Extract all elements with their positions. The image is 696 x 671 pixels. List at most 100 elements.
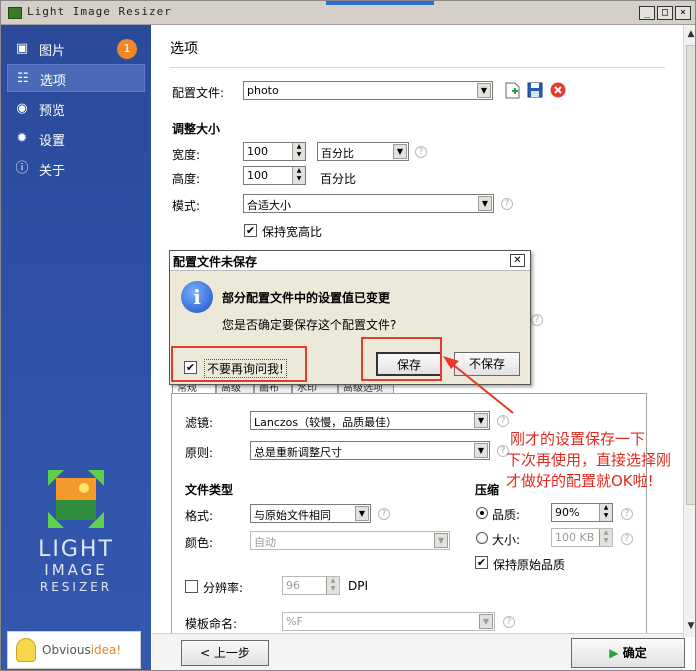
logo-text-resizer: RESIZER (39, 580, 113, 594)
help-icon[interactable]: ? (378, 508, 390, 520)
divider (170, 67, 665, 68)
sidebar-item-images[interactable]: ▣ 图片 1 (7, 35, 145, 63)
height-input[interactable]: 100 ▲ ▼ (243, 166, 306, 185)
vertical-scrollbar[interactable]: ▲ ▼ (683, 25, 695, 637)
chevron-down-icon: ▼ (355, 506, 369, 521)
maximize-button[interactable]: □ (657, 6, 673, 20)
scroll-down-icon[interactable]: ▼ (686, 621, 695, 631)
dialog-message: 您是否确定要保存这个配置文件? (222, 318, 397, 332)
compress-section-title: 压缩 (475, 483, 500, 497)
minimize-button[interactable]: _ (639, 6, 655, 20)
template-select[interactable]: %F ▼ (282, 612, 495, 631)
brand-text: Obviousidea! (42, 643, 122, 657)
chevron-down-icon: ▼ (474, 443, 488, 458)
dialog-heading: 部分配置文件中的设置值已变更 (222, 291, 391, 305)
width-input[interactable]: 100 ▲ ▼ (243, 142, 306, 161)
sidebar-item-label: 设置 (39, 134, 66, 149)
height-unit: 百分比 (320, 172, 357, 186)
size-input[interactable]: 100 KB ▲ ▼ (551, 528, 613, 547)
profile-label: 配置文件: (172, 86, 225, 100)
play-icon: ▶ (609, 646, 619, 660)
mode-select[interactable]: 合适大小 ▼ (243, 194, 494, 213)
help-icon[interactable]: ? (415, 146, 427, 158)
delete-profile-icon[interactable] (550, 82, 566, 98)
scroll-thumb[interactable] (686, 45, 695, 505)
rule-select[interactable]: 总是重新调整尺寸 ▼ (250, 441, 490, 460)
sidebar-item-label: 预览 (39, 104, 66, 119)
chevron-down-icon: ▼ (434, 533, 448, 548)
save-profile-icon[interactable] (527, 82, 543, 98)
dialog-title: 配置文件未保存 (173, 255, 258, 269)
resolution-unit: DPI (348, 579, 369, 593)
count-badge: 1 (117, 39, 137, 59)
highlight-save (361, 337, 442, 381)
chevron-down-icon: ▼ (393, 144, 407, 159)
app-icon (8, 7, 22, 19)
logo-text-light: LIGHT (38, 537, 114, 562)
color-label: 颜色: (185, 536, 214, 550)
chevron-down-icon: ▼ (479, 614, 493, 629)
sidebar-item-about[interactable]: ⓘ 关于 (7, 155, 145, 183)
sidebar-item-settings[interactable]: ✹ 设置 (7, 125, 145, 153)
keep-ratio-checkbox[interactable]: ✔ (244, 224, 257, 237)
filter-label: 滤镜: (185, 416, 214, 430)
annotation-arrow-icon (443, 356, 514, 414)
quality-input[interactable]: 90% ▲ ▼ (551, 503, 613, 522)
resolution-input[interactable]: 96 ▲ ▼ (282, 576, 340, 595)
help-icon[interactable]: ? (621, 508, 633, 520)
page-title: 选项 (170, 41, 198, 57)
sidebar-item-options[interactable]: ☷ 选项 (7, 64, 145, 92)
scroll-up-icon[interactable]: ▲ (686, 29, 695, 39)
resolution-checkbox[interactable] (185, 580, 198, 593)
ok-button[interactable]: ▶ 确定 (571, 638, 685, 668)
dialog-title-bar: 配置文件未保存 ✕ (170, 251, 530, 271)
app-window: Light Image Resizer _ □ × ▣ 图片 1 ☷ 选项 ◉ … (0, 0, 696, 671)
title-bar: Light Image Resizer _ □ × (1, 1, 695, 25)
spinner-icon[interactable]: ▲ ▼ (599, 504, 612, 521)
rule-label: 原则: (185, 446, 214, 460)
mode-label: 模式: (172, 199, 201, 213)
width-label: 宽度: (172, 148, 201, 162)
help-icon[interactable]: ? (621, 533, 633, 545)
annotation-line-2: 下次再使用，直接选择刚 (506, 451, 672, 469)
prev-step-button[interactable]: < 上一步 (181, 640, 269, 666)
keep-ratio-label: 保持宽高比 (262, 225, 323, 239)
size-radio[interactable] (476, 532, 488, 544)
images-icon: ▣ (15, 41, 29, 56)
annotation-line-1: 刚才的设置保存一下 (510, 430, 646, 448)
new-profile-icon[interactable] (505, 82, 520, 99)
sidebar-item-label: 选项 (40, 74, 67, 89)
keep-quality-label: 保持原始品质 (493, 558, 566, 572)
eye-icon: ◉ (16, 101, 28, 116)
info-icon: ⓘ (15, 161, 29, 176)
quality-radio[interactable] (476, 507, 488, 519)
sidebar-item-label: 图片 (39, 44, 66, 59)
close-button[interactable]: × (675, 6, 691, 20)
template-label: 模板命名: (185, 617, 238, 631)
spinner-icon[interactable]: ▲ ▼ (599, 529, 612, 546)
help-icon[interactable]: ? (531, 314, 543, 326)
keep-quality-checkbox[interactable]: ✔ (475, 556, 488, 569)
format-label: 格式: (185, 509, 214, 523)
color-select[interactable]: 自动 ▼ (250, 531, 450, 550)
spinner-icon[interactable]: ▲ ▼ (292, 143, 305, 160)
window-title: Light Image Resizer (27, 5, 172, 18)
resolution-label: 分辨率: (203, 581, 244, 595)
profile-select[interactable]: photo ▼ (243, 81, 493, 100)
gear-icon: ✹ (16, 131, 28, 146)
lightbulb-icon (16, 638, 36, 662)
sidebar-item-preview[interactable]: ◉ 预览 (7, 95, 145, 123)
width-unit-select[interactable]: 百分比 ▼ (317, 142, 409, 161)
info-icon: i (181, 281, 213, 313)
close-icon[interactable]: ✕ (510, 254, 525, 267)
sidebar-item-label: 关于 (39, 164, 66, 179)
help-icon[interactable]: ? (501, 198, 513, 210)
annotation-line-3: 才做好的配置就OK啦! (506, 472, 654, 490)
spinner-icon[interactable]: ▲ ▼ (326, 577, 339, 594)
resizer-logo-icon (48, 470, 104, 528)
help-icon[interactable]: ? (503, 616, 515, 628)
chevron-down-icon: ▼ (478, 196, 492, 211)
format-select[interactable]: 与原始文件相同 ▼ (250, 504, 371, 523)
logo-text-image: IMAGE (44, 561, 108, 579)
spinner-icon[interactable]: ▲ ▼ (292, 167, 305, 184)
